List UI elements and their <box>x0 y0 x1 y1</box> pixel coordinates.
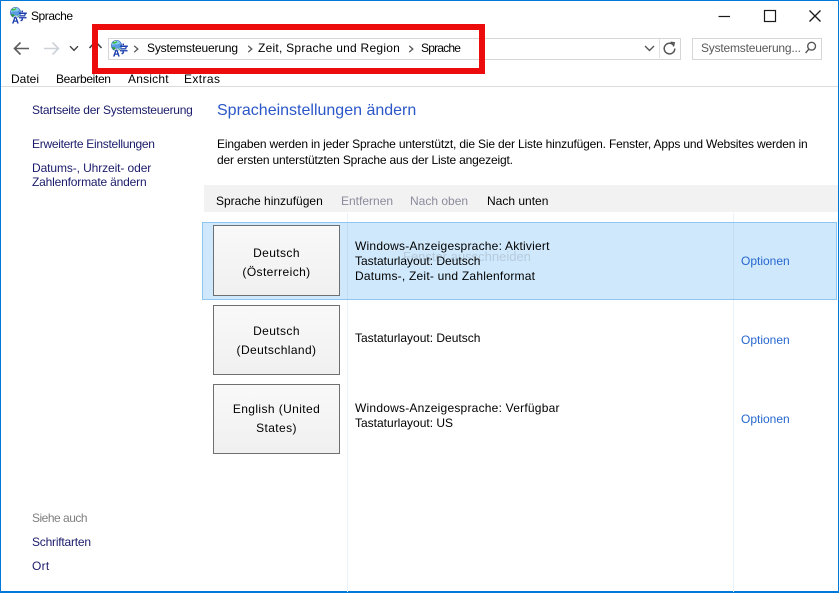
svg-text:A: A <box>12 16 19 25</box>
